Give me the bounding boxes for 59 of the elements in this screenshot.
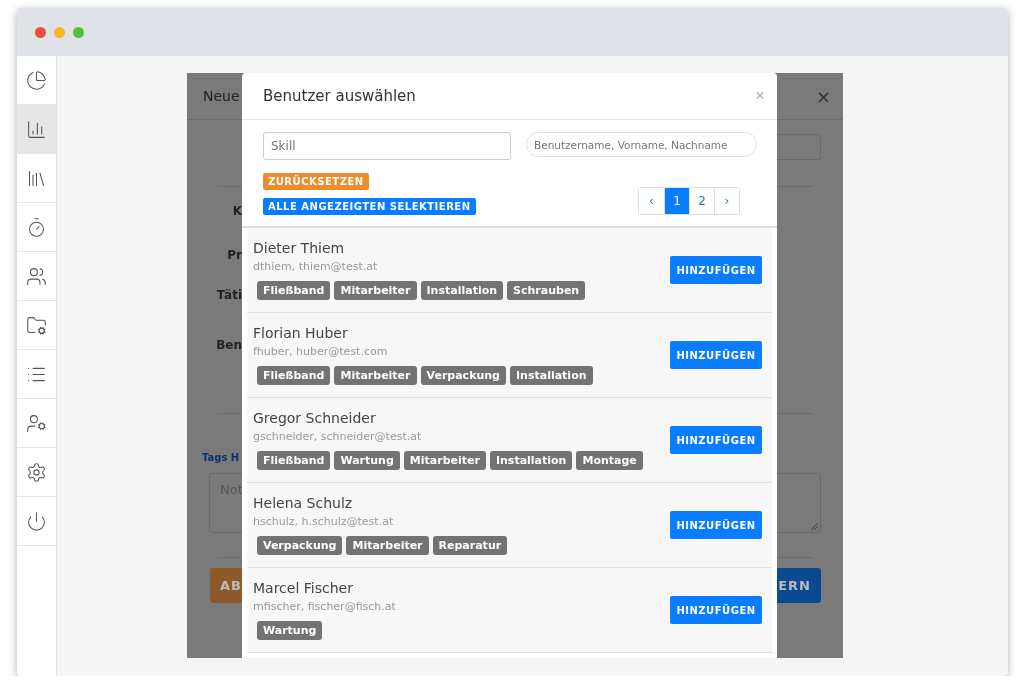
- form-label: Ben: [215, 338, 242, 352]
- skill-tag: Verpackung: [420, 366, 506, 385]
- close-dot-icon[interactable]: [35, 26, 46, 38]
- settings-icon: [26, 461, 47, 483]
- add-button[interactable]: HINZUFÜGEN: [670, 256, 762, 284]
- add-button[interactable]: HINZUFÜGEN: [670, 596, 762, 624]
- close-button[interactable]: ×: [815, 85, 831, 107]
- add-button[interactable]: HINZUFÜGEN: [670, 511, 762, 539]
- bar-chart-icon: [26, 118, 47, 140]
- user-details: dthiem, thiem@test.at: [253, 260, 379, 273]
- user-name: Dieter Thiem: [253, 240, 346, 256]
- power-icon: [26, 510, 47, 532]
- add-button[interactable]: HINZUFÜGEN: [670, 426, 762, 454]
- dialog-title: Benutzer auswählen: [263, 87, 416, 105]
- skill-tag: Fließband: [257, 281, 331, 300]
- search-field[interactable]: Benutzername, Vorname, Nachname: [526, 132, 757, 157]
- close-button[interactable]: ×: [755, 86, 765, 106]
- user-name: Helena Schulz: [253, 495, 354, 511]
- skill-tag: Fließband: [257, 366, 331, 385]
- skill-tag: Installation: [489, 451, 573, 470]
- page-button[interactable]: 1: [664, 188, 689, 214]
- users-icon: [26, 265, 47, 287]
- resize-grip-icon: [811, 523, 818, 530]
- reset-button[interactable]: ZURÜCKSETZEN: [263, 173, 369, 190]
- skill-tag: Montage: [576, 451, 643, 470]
- select-all-button[interactable]: ALLE ANGEZEIGTEN SELEKTIEREN: [263, 198, 476, 215]
- skill-tag: Installation: [510, 366, 593, 385]
- skill-tag: Verpackung: [257, 536, 343, 555]
- user-gear-icon: [26, 412, 47, 434]
- user-details: fhuber, huber@test.com: [253, 345, 389, 358]
- add-button[interactable]: HINZUFÜGEN: [670, 341, 762, 369]
- form-label: Pr: [226, 248, 242, 262]
- user-name: Florian Huber: [253, 325, 349, 341]
- skill-tag: Reparatur: [432, 536, 508, 555]
- dialog-title: Neue: [203, 88, 240, 104]
- page-button[interactable]: ›: [714, 188, 739, 214]
- skill-tag: Wartung: [257, 621, 323, 640]
- skill-tag: Fließband: [257, 451, 331, 470]
- skill-tag: Mitarbeiter: [334, 366, 417, 385]
- maximize-dot-icon[interactable]: [73, 26, 84, 38]
- user-name: Gregor Schneider: [253, 410, 377, 426]
- user-details: mfischer, fischer@fisch.at: [253, 600, 396, 613]
- form-label: K: [231, 204, 242, 218]
- pie-chart-icon: [26, 69, 47, 91]
- skill-tag: Schrauben: [507, 281, 586, 300]
- form-label: Täti: [215, 288, 242, 302]
- skill-tag: Mitarbeiter: [346, 536, 429, 555]
- sidebar-item[interactable]: [17, 105, 56, 154]
- user-details: hschulz, h.schulz@test.at: [253, 515, 395, 528]
- skill-tag: Mitarbeiter: [403, 451, 486, 470]
- user-details: gschneider, schneider@test.at: [253, 430, 423, 443]
- skill-tag: Installation: [420, 281, 504, 300]
- skill-tag: Wartung: [334, 451, 400, 470]
- folder-gear-icon: [26, 314, 47, 336]
- tags-link[interactable]: Tags H: [202, 452, 240, 463]
- minimize-dot-icon[interactable]: [54, 26, 65, 38]
- skill-field[interactable]: Skill: [263, 132, 511, 160]
- skill-tag: Mitarbeiter: [334, 281, 417, 300]
- stopwatch-icon: [26, 216, 47, 238]
